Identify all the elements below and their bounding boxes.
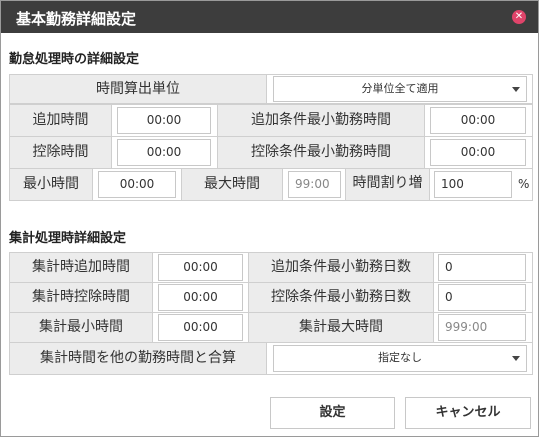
add-time-input[interactable]: 00:00 (117, 107, 211, 134)
close-icon[interactable]: ✕ (512, 10, 526, 24)
add-min-input[interactable]: 00:00 (430, 107, 526, 134)
ok-button[interactable]: 設定 (270, 397, 395, 429)
rate-unit: % (518, 177, 530, 191)
add-min-days-input[interactable]: 0 (438, 254, 526, 281)
deduct-min-input[interactable]: 00:00 (430, 139, 526, 166)
max-time-label: 最大時間 (181, 168, 283, 201)
add-min-days-label: 追加条件最小勤務日数 (248, 252, 434, 283)
dialog-title: 基本勤務詳細設定 (16, 10, 137, 28)
sum-max-label: 集計最大時間 (248, 312, 434, 343)
rate-label: 時間割り増 (345, 168, 430, 201)
sum-add-input[interactable]: 00:00 (158, 254, 243, 281)
sum-deduct-input[interactable]: 00:00 (158, 284, 243, 311)
rate-input[interactable]: 100 (434, 171, 512, 198)
deduct-min-label: 控除条件最小勤務時間 (217, 136, 425, 169)
add-min-label: 追加条件最小勤務時間 (217, 104, 425, 137)
sum-deduct-label: 集計時控除時間 (9, 282, 153, 313)
calc-unit-value: 分単位全て適用 (361, 82, 439, 95)
chevron-down-icon (512, 87, 520, 92)
min-time-input[interactable]: 00:00 (98, 171, 176, 198)
max-time-input[interactable]: 99:00 (288, 171, 341, 198)
deduct-min-days-label: 控除条件最小勤務日数 (248, 282, 434, 313)
calc-unit-select[interactable]: 分単位全て適用 (273, 76, 527, 102)
deduct-time-input[interactable]: 00:00 (117, 139, 211, 166)
dialog: 基本勤務詳細設定 ✕ 勤怠処理時の詳細設定 時間算出単位 分単位全て適用 追加時… (0, 0, 539, 437)
sum-min-input[interactable]: 00:00 (158, 314, 243, 341)
calc-unit-label: 時間算出単位 (9, 74, 267, 104)
section-title-summary: 集計処理時詳細設定 (9, 231, 127, 246)
sum-add-label: 集計時追加時間 (9, 252, 153, 283)
sum-min-label: 集計最小時間 (9, 312, 153, 343)
chevron-down-icon (512, 356, 520, 361)
combine-value: 指定なし (378, 351, 422, 364)
deduct-time-label: 控除時間 (9, 136, 112, 169)
combine-label: 集計時間を他の勤務時間と合算 (9, 342, 267, 375)
deduct-min-days-input[interactable]: 0 (438, 284, 526, 311)
cancel-button[interactable]: キャンセル (405, 397, 531, 429)
title-bar: 基本勤務詳細設定 ✕ (1, 1, 538, 33)
section-title-attendance: 勤怠処理時の詳細設定 (9, 52, 140, 67)
sum-max-input[interactable]: 999:00 (438, 314, 526, 341)
add-time-label: 追加時間 (9, 104, 112, 137)
min-time-label: 最小時間 (9, 168, 93, 201)
combine-select[interactable]: 指定なし (273, 345, 527, 372)
